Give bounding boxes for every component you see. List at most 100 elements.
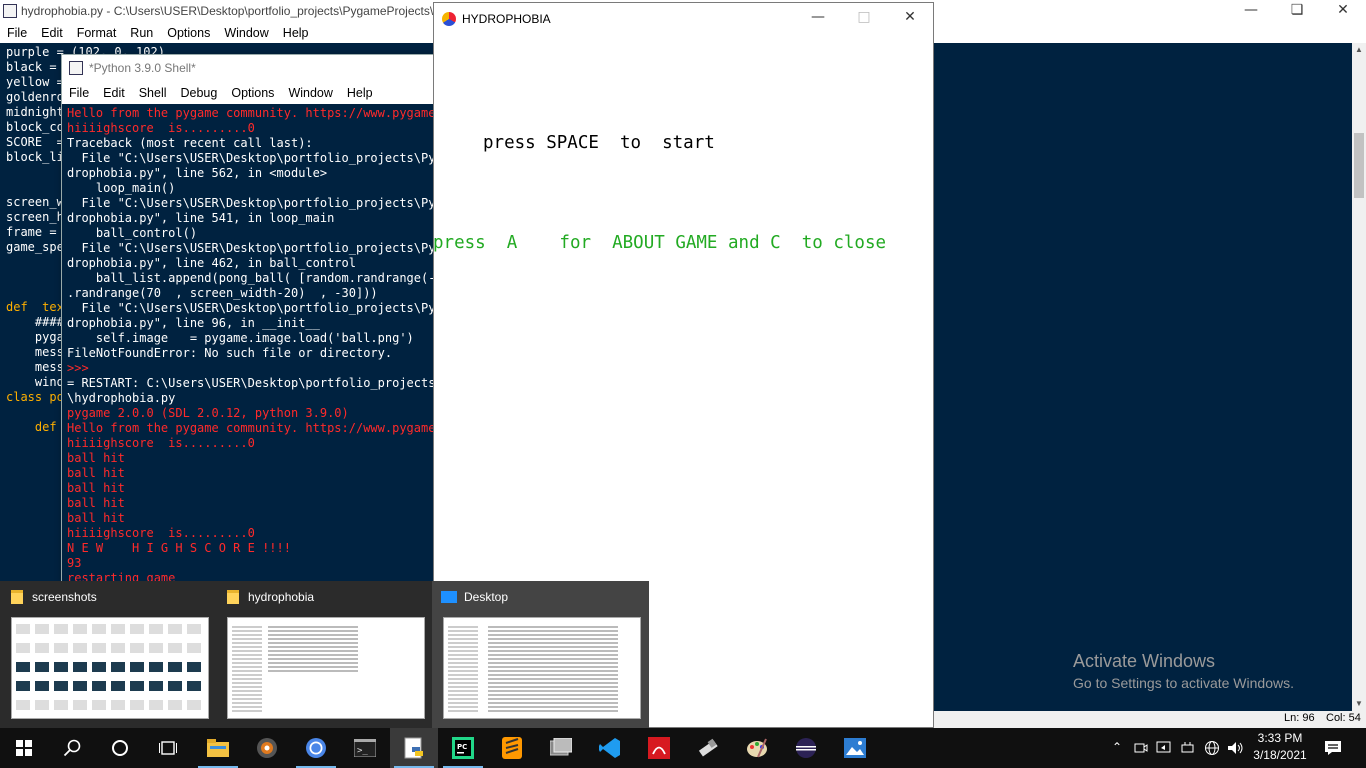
- shell-output-line: hiiiighscore is.........0: [67, 436, 255, 450]
- scroll-down-icon[interactable]: ▼: [1352, 697, 1366, 711]
- thumbnail-row: [232, 706, 262, 708]
- shell-menu-help[interactable]: Help: [340, 83, 380, 103]
- menu-options[interactable]: Options: [160, 23, 217, 43]
- chevron-up-icon[interactable]: ⌃: [1112, 740, 1122, 754]
- menu-edit[interactable]: Edit: [34, 23, 70, 43]
- python-idle-icon[interactable]: [390, 728, 438, 768]
- close-button[interactable]: ✕: [1320, 0, 1366, 23]
- shell-menu-shell[interactable]: Shell: [132, 83, 174, 103]
- game-close-button[interactable]: ✕: [887, 3, 933, 33]
- taskbar-thumbnail-previews: screenshots hydrophobia Desktop: [0, 581, 649, 728]
- shell-menu-window[interactable]: Window: [281, 83, 339, 103]
- search-icon[interactable]: [48, 728, 96, 768]
- thumbnail-tile: [35, 662, 49, 672]
- cortana-icon[interactable]: [96, 728, 144, 768]
- thumbnail-tile: [73, 681, 87, 691]
- paint-icon[interactable]: [733, 728, 781, 768]
- thumbnail-row: [448, 642, 478, 644]
- editor-title: hydrophobia.py - C:\Users\USER\Desktop\p…: [21, 4, 434, 18]
- thumbnail-tile: [92, 700, 106, 710]
- photos-icon[interactable]: [831, 728, 879, 768]
- game-titlebar[interactable]: HYDROPHOBIA — □ ✕: [434, 3, 933, 33]
- shell-output-line: 93: [67, 556, 82, 570]
- thumbnail-tile: [16, 643, 30, 653]
- thumbnail-tile: [187, 700, 201, 710]
- media-player-icon[interactable]: [243, 728, 291, 768]
- thumbnail-tile: [16, 681, 30, 691]
- folder-icon: [227, 590, 239, 604]
- eclipse-icon[interactable]: [782, 728, 830, 768]
- scroll-up-icon[interactable]: ▲: [1352, 43, 1366, 57]
- watermark-title: Activate Windows: [1073, 651, 1216, 671]
- shell-output-line: \hydrophobia.py: [67, 391, 176, 405]
- task-view-icon[interactable]: [144, 728, 192, 768]
- chrome-icon[interactable]: [292, 728, 340, 768]
- shell-output-line: File "C:\Users\USER\Desktop\portfolio_pr…: [81, 241, 440, 255]
- thumbnail-row: [232, 710, 262, 712]
- thumbnail-tile: [168, 624, 182, 634]
- terminal-icon[interactable]: >_: [341, 728, 389, 768]
- thumbnail-row: [488, 646, 618, 648]
- shell-output[interactable]: Hello from the pygame community. https:/…: [62, 104, 440, 583]
- thumbnail-row: [448, 654, 478, 656]
- shell-menu-edit[interactable]: Edit: [96, 83, 132, 103]
- clock[interactable]: 3:33 PM 3/18/2021: [1250, 728, 1310, 768]
- thumbnail-tile: [16, 662, 30, 672]
- idle-file-icon: [3, 4, 17, 18]
- menu-run[interactable]: Run: [123, 23, 160, 43]
- thumbnail-row: [268, 646, 358, 648]
- globe-network-icon[interactable]: [1204, 740, 1220, 756]
- preview-thumbnail[interactable]: [11, 617, 209, 719]
- acrobat-icon[interactable]: [635, 728, 683, 768]
- menu-help[interactable]: Help: [276, 23, 316, 43]
- thumbnail-row: [232, 658, 262, 660]
- thumbnail-row: [448, 626, 478, 628]
- file-explorer-icon[interactable]: [194, 728, 242, 768]
- minimize-button[interactable]: —: [1228, 0, 1274, 23]
- game-minimize-button[interactable]: —: [795, 3, 841, 33]
- thumbnail-row: [232, 654, 262, 656]
- thumbnail-tile: [54, 643, 68, 653]
- preview-hydrophobia[interactable]: hydrophobia: [216, 581, 432, 728]
- shell-titlebar[interactable]: *Python 3.9.0 Shell*: [62, 55, 440, 82]
- menu-format[interactable]: Format: [70, 23, 124, 43]
- shell-menu-debug[interactable]: Debug: [174, 83, 225, 103]
- menu-window[interactable]: Window: [217, 23, 275, 43]
- restore-button[interactable]: ❏: [1274, 0, 1320, 23]
- preview-desktop[interactable]: Desktop: [432, 581, 649, 728]
- thumbnail-row: [488, 706, 618, 708]
- menu-file[interactable]: File: [0, 23, 34, 43]
- thumbnail-row: [488, 658, 618, 660]
- shell-menu-options[interactable]: Options: [224, 83, 281, 103]
- thumbnail-row: [488, 654, 618, 656]
- thumbnail-row: [232, 682, 262, 684]
- sublime-text-icon[interactable]: [488, 728, 536, 768]
- screen-share-icon[interactable]: [1156, 741, 1171, 755]
- game-title: HYDROPHOBIA: [462, 12, 551, 26]
- thumbnail-row: [488, 642, 618, 644]
- pycharm-icon[interactable]: PC: [439, 728, 487, 768]
- preview-thumbnail[interactable]: [443, 617, 641, 719]
- scrollbar-thumb[interactable]: [1354, 133, 1364, 198]
- thumbnail-row: [268, 654, 358, 656]
- shell-menu-file[interactable]: File: [62, 83, 96, 103]
- usb-tool-icon[interactable]: [684, 728, 732, 768]
- preview-screenshots[interactable]: screenshots: [0, 581, 216, 728]
- editor-scrollbar[interactable]: ▲ ▼: [1352, 43, 1366, 711]
- game-maximize-button[interactable]: □: [841, 3, 887, 33]
- thumbnail-row: [232, 626, 262, 628]
- vscode-icon[interactable]: [586, 728, 634, 768]
- start-icon[interactable]: [0, 728, 48, 768]
- volume-icon[interactable]: [1227, 740, 1245, 756]
- vmware-icon[interactable]: [537, 728, 585, 768]
- thumbnail-row: [448, 670, 478, 672]
- power-icon[interactable]: [1180, 741, 1195, 755]
- thumbnail-tile: [16, 624, 30, 634]
- action-center-button[interactable]: [1314, 728, 1354, 768]
- thumbnail-row: [448, 678, 478, 680]
- thumbnail-row: [448, 638, 478, 640]
- thumbnail-row: [448, 710, 478, 712]
- thumbnail-row: [268, 642, 358, 644]
- preview-thumbnail[interactable]: [227, 617, 425, 719]
- meet-now-icon[interactable]: [1134, 741, 1148, 755]
